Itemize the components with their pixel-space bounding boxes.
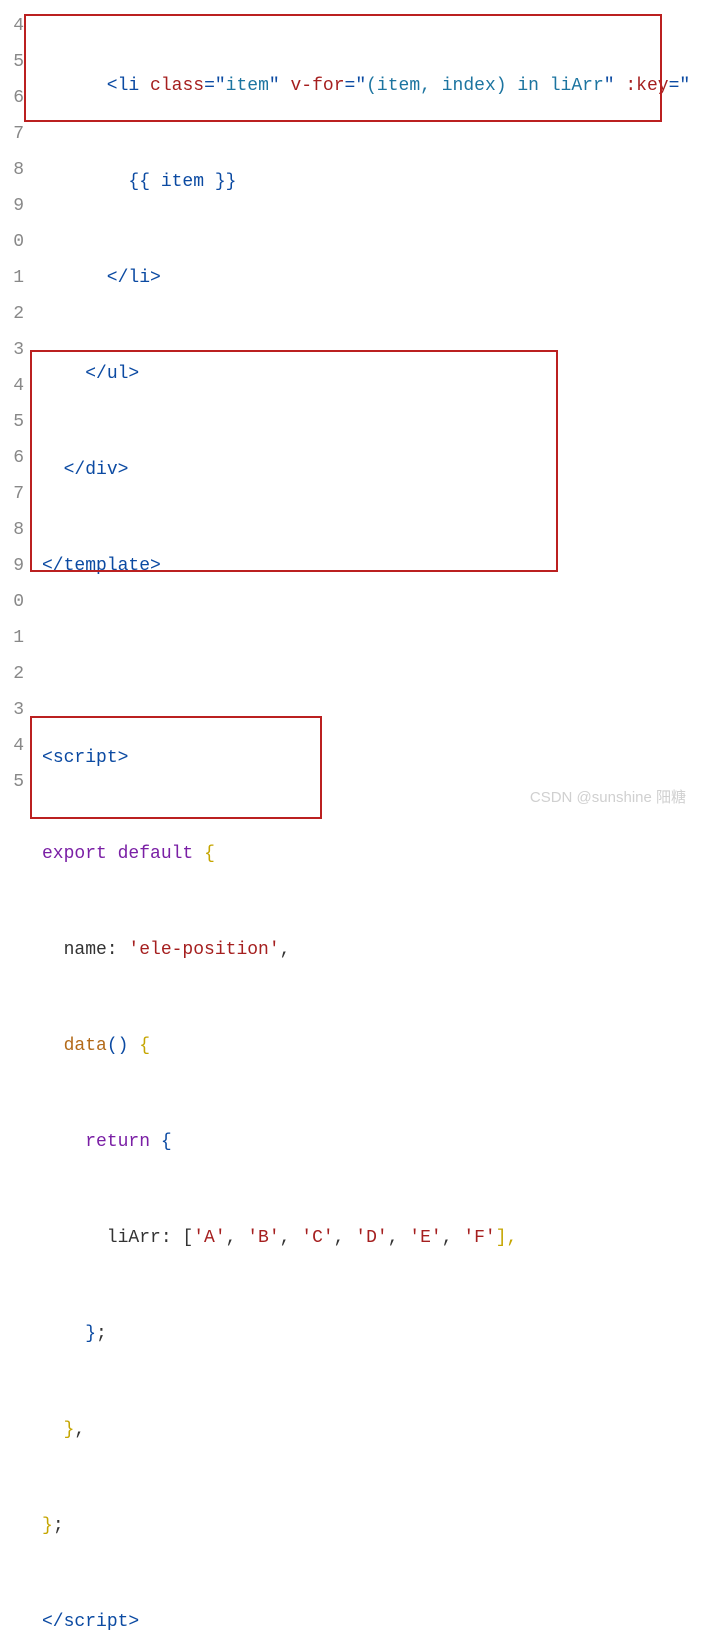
code-line: name: 'ele-position', bbox=[42, 932, 704, 968]
code-line: }; bbox=[42, 1508, 704, 1544]
code-line: return { bbox=[42, 1124, 704, 1160]
line-number: 9 bbox=[0, 548, 24, 584]
code-line: </li> bbox=[42, 260, 704, 296]
code-line: export default { bbox=[42, 836, 704, 872]
code-line: </div> bbox=[42, 452, 704, 488]
line-number: 7 bbox=[0, 116, 24, 152]
line-number: 1 bbox=[0, 620, 24, 656]
code-line: </script> bbox=[42, 1604, 704, 1640]
line-number: 8 bbox=[0, 512, 24, 548]
line-number: 5 bbox=[0, 404, 24, 440]
line-number: 5 bbox=[0, 764, 24, 800]
line-number: 8 bbox=[0, 152, 24, 188]
line-number: 4 bbox=[0, 728, 24, 764]
code-line: </ul> bbox=[42, 356, 704, 392]
line-number: 2 bbox=[0, 296, 24, 332]
line-number: 9 bbox=[0, 188, 24, 224]
code-line bbox=[42, 644, 704, 680]
line-number: 6 bbox=[0, 80, 24, 116]
line-number: 7 bbox=[0, 476, 24, 512]
line-number: 6 bbox=[0, 440, 24, 476]
line-number: 3 bbox=[0, 692, 24, 728]
line-number: 1 bbox=[0, 260, 24, 296]
code-line: <li class="item" v-for="(item, index) in… bbox=[42, 68, 704, 104]
code-line: {{ item }} bbox=[42, 164, 704, 200]
code-line: }; bbox=[42, 1316, 704, 1352]
code-line: }, bbox=[42, 1412, 704, 1448]
line-number: 0 bbox=[0, 224, 24, 260]
line-number: 2 bbox=[0, 656, 24, 692]
line-number: 4 bbox=[0, 368, 24, 404]
line-number: 0 bbox=[0, 584, 24, 620]
line-number-gutter: 4 5 6 7 8 9 0 1 2 3 4 5 6 7 8 9 0 1 2 3 … bbox=[0, 0, 30, 1642]
line-number: 4 bbox=[0, 8, 24, 44]
code-content[interactable]: <li class="item" v-for="(item, index) in… bbox=[30, 0, 704, 1642]
code-line: <script> bbox=[42, 740, 704, 776]
line-number: 3 bbox=[0, 332, 24, 368]
code-editor: 4 5 6 7 8 9 0 1 2 3 4 5 6 7 8 9 0 1 2 3 … bbox=[0, 0, 704, 1642]
code-line: </template> bbox=[42, 548, 704, 584]
code-line: data() { bbox=[42, 1028, 704, 1064]
code-line: liArr: ['A', 'B', 'C', 'D', 'E', 'F'], bbox=[42, 1220, 704, 1256]
line-number: 5 bbox=[0, 44, 24, 80]
